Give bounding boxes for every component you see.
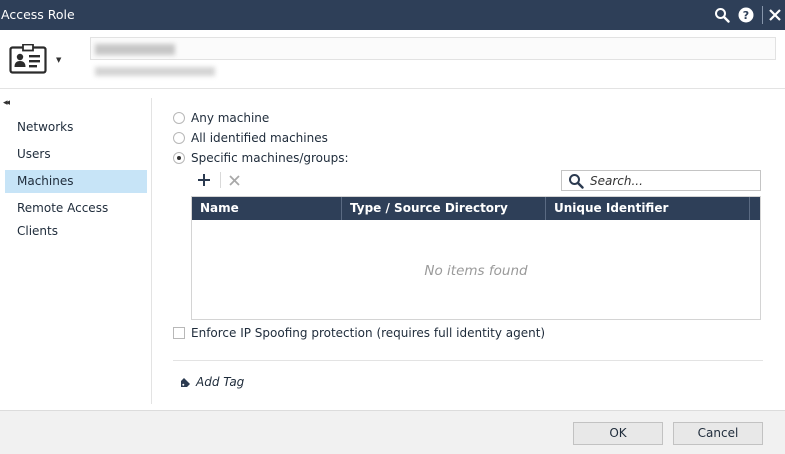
toolbar-divider: [220, 172, 221, 188]
search-placeholder: Search...: [590, 173, 643, 188]
close-icon[interactable]: [765, 5, 785, 25]
help-icon[interactable]: ?: [736, 5, 756, 25]
object-name-field[interactable]: [90, 37, 776, 60]
machines-table[interactable]: Name Type / Source Directory Unique Iden…: [191, 196, 761, 320]
obscured-comment[interactable]: [95, 67, 215, 76]
empty-state-text: No items found: [424, 263, 528, 279]
title-bar-divider: [762, 6, 763, 24]
radio-specific-machines[interactable]: Specific machines/groups:: [173, 150, 349, 166]
radio-any-machine[interactable]: Any machine: [173, 110, 269, 126]
section-divider: [173, 360, 763, 361]
radio-label: Any machine: [191, 111, 270, 125]
window-title: Access Role: [1, 7, 75, 22]
search-input[interactable]: Search...: [561, 170, 761, 191]
obscured-name: [95, 44, 175, 55]
add-icon[interactable]: [196, 172, 212, 188]
column-header-type-source[interactable]: Type / Source Directory: [342, 197, 546, 220]
collapse-sidebar-icon[interactable]: ◂◂: [3, 98, 10, 108]
sidebar-divider: [151, 98, 152, 404]
table-header: Name Type / Source Directory Unique Iden…: [192, 197, 760, 220]
enforce-ip-spoofing-checkbox[interactable]: [173, 327, 185, 339]
enforce-ip-spoofing-label: Enforce IP Spoofing protection (requires…: [191, 326, 546, 340]
radio-button[interactable]: [173, 112, 185, 124]
sidebar-item-users[interactable]: Users: [5, 143, 147, 166]
radio-label: All identified machines: [191, 131, 328, 145]
radio-button[interactable]: [173, 152, 185, 164]
cancel-button[interactable]: Cancel: [673, 422, 763, 445]
search-icon: [569, 173, 584, 189]
ok-button[interactable]: OK: [573, 422, 663, 445]
sidebar-item-networks[interactable]: Networks: [5, 116, 147, 139]
radio-button[interactable]: [173, 132, 185, 144]
sidebar-item-machines[interactable]: Machines: [5, 170, 147, 193]
search-icon[interactable]: [712, 5, 732, 25]
svg-text:?: ?: [743, 9, 749, 22]
title-bar: Access Role ?: [0, 0, 785, 30]
enforce-ip-spoofing-option[interactable]: Enforce IP Spoofing protection (requires…: [173, 325, 545, 341]
radio-all-identified-machines[interactable]: All identified machines: [173, 130, 328, 146]
add-tag-link[interactable]: Add Tag: [180, 374, 244, 390]
chevron-down-icon[interactable]: ▼: [56, 56, 61, 64]
dialog-footer: OK Cancel: [0, 410, 785, 454]
column-header-name[interactable]: Name: [192, 197, 342, 220]
remove-icon[interactable]: [228, 174, 241, 187]
object-header: ▼: [0, 30, 785, 89]
tag-icon: [181, 377, 190, 387]
radio-label: Specific machines/groups:: [191, 151, 349, 165]
access-role-icon[interactable]: [9, 43, 47, 74]
add-tag-label: Add Tag: [196, 375, 245, 389]
column-header-unique-identifier[interactable]: Unique Identifier: [546, 197, 750, 220]
sidebar-item-remote-access-clients[interactable]: Remote Access Clients: [5, 197, 147, 238]
